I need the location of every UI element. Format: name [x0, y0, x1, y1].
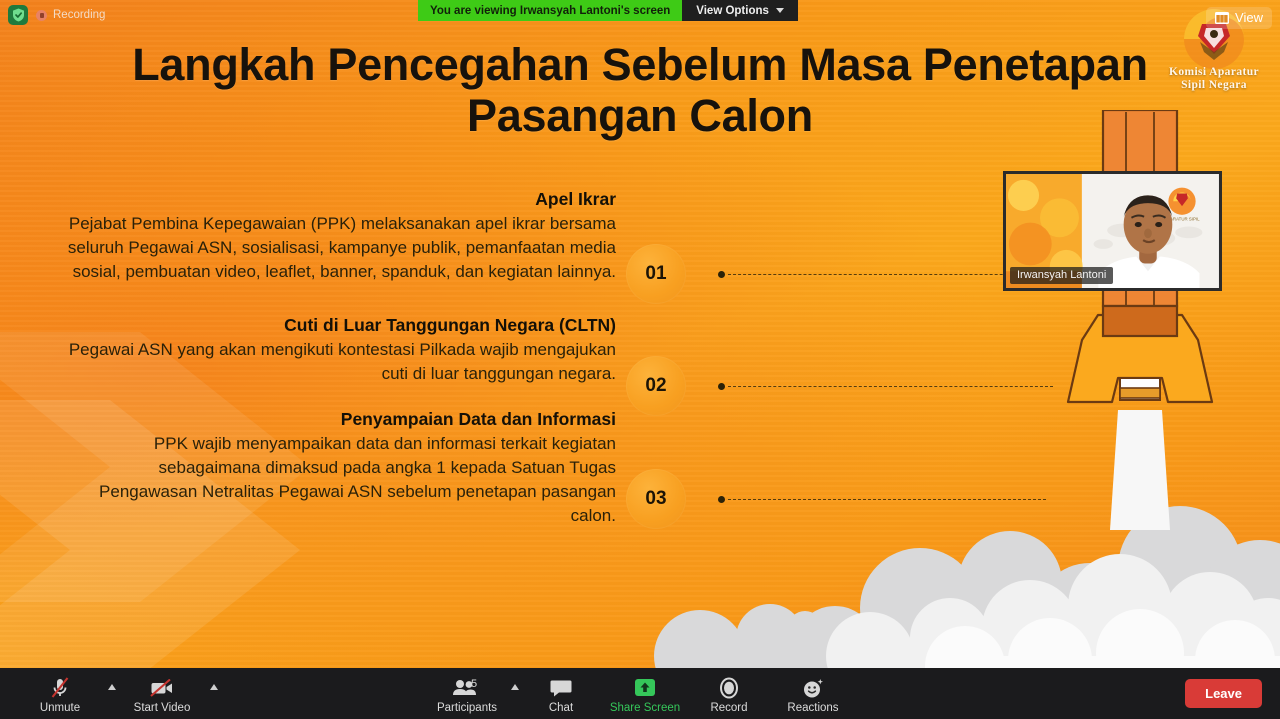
shared-screen-slide: Langkah Pencegahan Sebelum Masa Penetapa… — [0, 0, 1280, 668]
kasn-logo-line1: Komisi Aparatur — [1168, 66, 1259, 78]
block-body-03: PPK wajib menyampaikan data dan informas… — [99, 433, 616, 525]
screen-share-banner: You are viewing Irwansyah Lantoni's scre… — [418, 0, 798, 21]
participants-count: 5 — [471, 678, 478, 690]
reactions-smiley-icon — [802, 677, 824, 699]
chat-bubble-icon — [550, 677, 572, 699]
toolbar-center-group: 5 Participants Chat Share Screen Record … — [0, 673, 1280, 714]
chat-button[interactable]: Chat — [519, 673, 603, 714]
step-dot-01 — [718, 271, 725, 278]
step-line-02 — [728, 386, 1053, 387]
participant-video-thumbnail[interactable]: APARATUR SIPIL Irwansyah Lantoni — [1003, 171, 1222, 291]
share-screen-icon — [635, 677, 655, 699]
layout-grid-icon — [1215, 11, 1230, 24]
recording-label: Recording — [53, 9, 106, 21]
view-options-button[interactable]: View Options — [682, 0, 798, 21]
chat-label: Chat — [548, 702, 574, 714]
share-screen-label: Share Screen — [609, 702, 681, 714]
record-label: Record — [710, 702, 748, 714]
participants-caret-icon[interactable] — [511, 684, 519, 690]
step-dot-02 — [718, 383, 725, 390]
step-number-02: 02 — [626, 356, 686, 416]
slide-content-blocks: Apel Ikrar Pejabat Pembina Kepegawaian (… — [60, 188, 620, 548]
zoom-meeting-window: Langkah Pencegahan Sebelum Masa Penetapa… — [0, 0, 1280, 719]
slide-title: Langkah Pencegahan Sebelum Masa Penetapa… — [132, 39, 1148, 141]
viewing-banner-text: You are viewing Irwansyah Lantoni's scre… — [418, 0, 683, 21]
step-number-03: 03 — [626, 469, 686, 529]
content-block-01: Apel Ikrar Pejabat Pembina Kepegawaian (… — [60, 188, 620, 284]
block-title-01: Apel Ikrar — [535, 189, 616, 209]
kasn-logo-text: Komisi Aparatur Sipil Negara — [1154, 66, 1274, 92]
block-body-01: Pejabat Pembina Kepegawaian (PPK) melaks… — [67, 213, 616, 281]
leave-meeting-button[interactable]: Leave — [1185, 679, 1262, 708]
reactions-button[interactable]: Reactions — [771, 673, 855, 714]
block-title-03: Penyampaian Data dan Informasi — [340, 408, 616, 429]
block-body-02: Pegawai ASN yang akan mengikuti kontesta… — [68, 339, 616, 383]
participants-button[interactable]: 5 Participants — [425, 673, 509, 714]
block-title-02: Cuti di Luar Tanggungan Negara (CLTN) — [284, 315, 616, 335]
content-block-02: Cuti di Luar Tanggungan Negara (CLTN) Pe… — [60, 314, 620, 386]
view-options-label: View Options — [696, 4, 769, 17]
recording-indicator-group: Recording — [8, 5, 105, 25]
record-circle-icon — [719, 677, 739, 699]
content-block-03: Penyampaian Data dan Informasi PPK wajib… — [60, 408, 620, 528]
recording-status[interactable]: Recording — [36, 9, 105, 21]
chevron-down-icon — [775, 8, 784, 13]
participants-label: Participants — [436, 702, 498, 714]
recording-pause-icon — [36, 9, 47, 21]
reactions-label: Reactions — [787, 702, 839, 714]
zoom-toolbar: Unmute Start Video 5 Participants Chat S… — [0, 668, 1280, 719]
view-button-label: View — [1235, 10, 1263, 25]
step-line-03 — [728, 499, 1046, 500]
step-dot-03 — [718, 496, 725, 503]
share-screen-button[interactable]: Share Screen — [603, 673, 687, 714]
participants-icon — [452, 677, 482, 699]
step-number-01: 01 — [626, 244, 686, 304]
record-button[interactable]: Record — [687, 673, 771, 714]
security-shield-icon[interactable] — [8, 5, 28, 25]
view-layout-button[interactable]: View — [1206, 7, 1272, 29]
participant-name-label: Irwansyah Lantoni — [1010, 267, 1114, 284]
kasn-logo-line2: Sipil Negara — [1181, 78, 1247, 91]
